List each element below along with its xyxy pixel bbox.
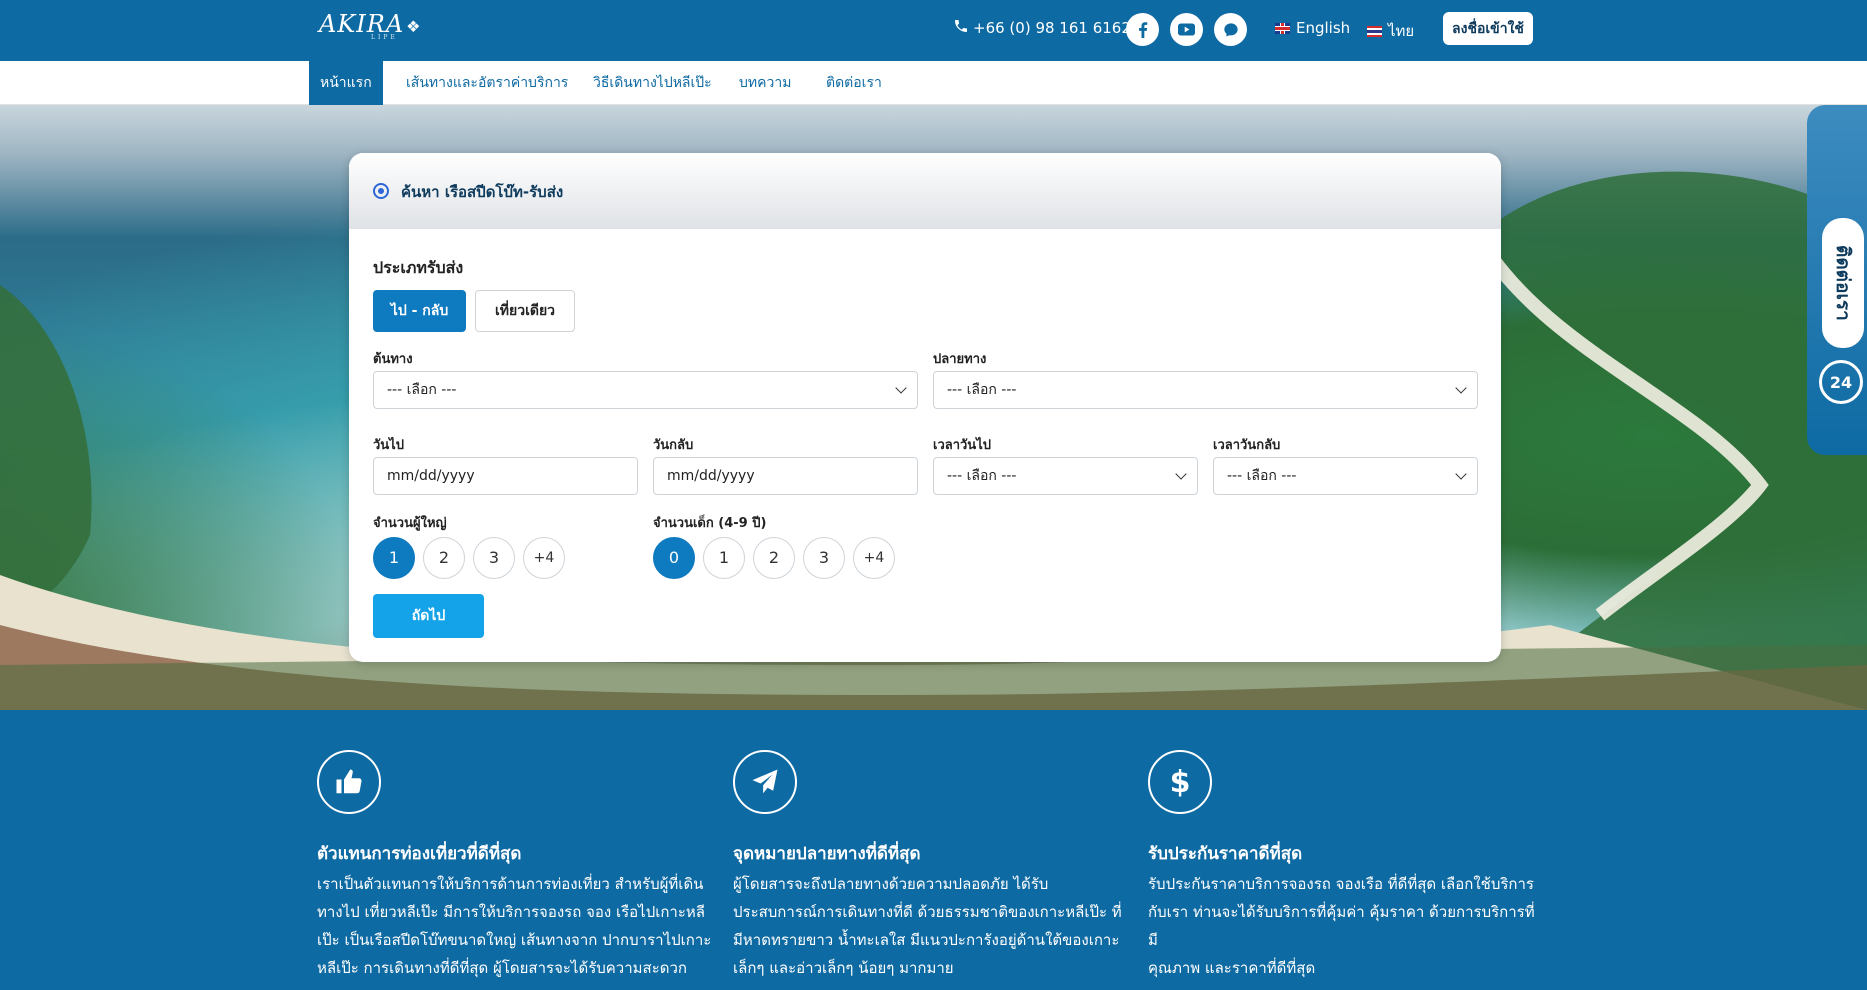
destination-select[interactable]: --- เลือก --- (933, 371, 1478, 409)
uk-flag-icon (1275, 22, 1290, 34)
lang-english-label: English (1296, 19, 1351, 37)
feature-text-line: เล็กๆ และอ่าวเล็กๆ น้อยๆ มากมาย (733, 959, 954, 977)
adults-option[interactable]: 2 (423, 537, 465, 579)
origin-select-value: --- เลือก --- (387, 382, 457, 398)
return-date-input[interactable]: mm/dd/yyyy (653, 457, 918, 495)
adults-label: จำนวนผู้ใหญ่ (373, 516, 447, 531)
return-date-value: mm/dd/yyyy (667, 468, 755, 484)
depart-time-select[interactable]: --- เลือก --- (933, 457, 1198, 495)
nav-contact[interactable]: ติดต่อเรา (826, 61, 882, 105)
lang-thai-label: ไทย (1388, 22, 1415, 40)
lang-thai[interactable]: ไทย (1367, 19, 1414, 43)
return-date-label: วันกลับ (653, 438, 694, 453)
feature-text-line: กับเรา ท่านจะได้รับบริการที่คุ้มค่า คุ้ม… (1148, 903, 1535, 949)
feature-text-line: รับประกันราคาบริการจองรถ จองเรือ ที่ดีที… (1148, 875, 1534, 893)
destination-select-value: --- เลือก --- (947, 382, 1017, 398)
adults-option[interactable]: 1 (373, 537, 415, 579)
children-option[interactable]: +4 (853, 537, 895, 579)
phone-icon (953, 18, 969, 38)
side-contact-label: ติดต่อเรา (1832, 245, 1854, 321)
children-option[interactable]: 3 (803, 537, 845, 579)
feature-text-line: ทางไป เที่ยวหลีเป๊ะ มีการให้บริการจองรถ … (317, 903, 705, 921)
feature-title: ตัวแทนการท่องเที่ยวที่ดีที่สุด (317, 844, 522, 864)
children-option[interactable]: 0 (653, 537, 695, 579)
children-label: จำนวนเด็ก (4-9 ปี) (653, 516, 767, 531)
depart-date-input[interactable]: mm/dd/yyyy (373, 457, 638, 495)
phone-number: +66 (0) 98 161 6162 (973, 19, 1131, 37)
dollar-icon: $ (1148, 750, 1212, 814)
nav-articles[interactable]: บทความ (739, 61, 791, 105)
adults-option[interactable]: +4 (523, 537, 565, 579)
chat-icon (1223, 22, 1238, 37)
feature-text-line: เป๊ะ เป็นเรือสปีดโบ๊ทขนาดใหญ่ เส้นทางจาก… (317, 931, 712, 949)
phone-contact[interactable]: +66 (0) 98 161 6162 (953, 18, 1131, 38)
booking-card: ค้นหา เรือสปีดโบ๊ท-รับส่ง ประเภทรับส่ง ไ… (349, 153, 1501, 662)
feature-text: รับประกันราคาบริการจองรถ จองเรือ ที่ดีที… (1148, 870, 1543, 982)
youtube-icon (1178, 23, 1195, 36)
paper-plane-icon (733, 750, 797, 814)
feature-title: จุดหมายปลายทางที่ดีที่สุด (733, 844, 921, 864)
nav-how-to-travel[interactable]: วิธีเดินทางไปหลีเป๊ะ (593, 61, 712, 105)
adults-option[interactable]: 3 (473, 537, 515, 579)
origin-label: ต้นทาง (373, 352, 413, 367)
return-time-select[interactable]: --- เลือก --- (1213, 457, 1478, 495)
facebook-link[interactable] (1126, 13, 1159, 46)
feature-text-line: เราเป็นตัวแทนการให้บริการด้านการท่องเที่… (317, 875, 704, 893)
lang-english[interactable]: English (1275, 19, 1350, 37)
feature-text-line: คุณภาพ และราคาที่ดีที่สุด (1148, 959, 1316, 977)
thai-flag-icon (1367, 25, 1382, 37)
chevron-down-icon (1455, 468, 1467, 480)
youtube-link[interactable] (1170, 13, 1203, 46)
feature-text-line: มีหาดทรายขาว น้ำทะเลใส มีแนวปะการังอยู่ด… (733, 931, 1120, 949)
return-time-value: --- เลือก --- (1227, 468, 1297, 484)
top-bar: AKIRA ❖ LIPE +66 (0) 98 161 6162 English … (0, 0, 1867, 61)
feature-text-line: ประสบการณ์การเดินทางที่ดี ด้วยธรรมชาติขอ… (733, 903, 1122, 921)
booking-card-header: ค้นหา เรือสปีดโบ๊ท-รับส่ง (349, 153, 1501, 229)
round-trip-button[interactable]: ไป - กลับ (373, 290, 466, 332)
feature-text-line: ผู้โดยสารจะถึงปลายทางด้วยความปลอดภัย ได้… (733, 875, 1049, 893)
next-button[interactable]: ถัดไป (373, 594, 484, 638)
origin-select[interactable]: --- เลือก --- (373, 371, 918, 409)
support-24h-icon[interactable]: 24 (1819, 360, 1863, 404)
site-logo[interactable]: AKIRA ❖ LIPE (319, 10, 422, 41)
thumbs-up-icon (317, 750, 381, 814)
features-section: ตัวแทนการท่องเที่ยวที่ดีที่สุด เราเป็นตั… (0, 710, 1867, 990)
logo-subtext: LIPE (371, 34, 398, 41)
main-nav: หน้าแรก เส้นทางและอัตราค่าบริการ วิธีเดิ… (0, 61, 1867, 105)
side-contact-pill[interactable]: ติดต่อเรา (1822, 218, 1864, 348)
chevron-down-icon (1175, 468, 1187, 480)
children-option[interactable]: 2 (753, 537, 795, 579)
nav-routes-rates[interactable]: เส้นทางและอัตราค่าบริการ (406, 61, 568, 105)
support-24h-badge: 24 (1829, 372, 1853, 392)
feature-text: เราเป็นตัวแทนการให้บริการด้านการท่องเที่… (317, 870, 712, 982)
nav-home[interactable]: หน้าแรก (309, 61, 383, 105)
depart-date-label: วันไป (373, 438, 404, 453)
login-button[interactable]: ลงชื่อเข้าใช้ (1443, 12, 1533, 45)
search-type-radio[interactable] (373, 183, 389, 199)
chevron-down-icon (895, 382, 907, 394)
children-option[interactable]: 1 (703, 537, 745, 579)
feature-title: รับประกันราคาดีที่สุด (1148, 844, 1303, 864)
chat-link[interactable] (1214, 13, 1247, 46)
destination-label: ปลายทาง (933, 352, 987, 367)
booking-card-title: ค้นหา เรือสปีดโบ๊ท-รับส่ง (401, 183, 564, 201)
depart-time-value: --- เลือก --- (947, 468, 1017, 484)
depart-date-value: mm/dd/yyyy (387, 468, 475, 484)
return-time-label: เวลาวันกลับ (1213, 438, 1281, 453)
depart-time-label: เวลาวันไป (933, 438, 991, 453)
facebook-icon (1138, 21, 1147, 38)
feature-text: ผู้โดยสารจะถึงปลายทางด้วยความปลอดภัย ได้… (733, 870, 1128, 982)
transfer-type-label: ประเภทรับส่ง (373, 258, 464, 277)
one-way-button[interactable]: เที่ยวเดียว (475, 290, 575, 332)
feature-text-line: หลีเป๊ะ การเดินทางที่ดีที่สุด ผู้โดยสารจ… (317, 959, 687, 977)
chevron-down-icon (1455, 382, 1467, 394)
